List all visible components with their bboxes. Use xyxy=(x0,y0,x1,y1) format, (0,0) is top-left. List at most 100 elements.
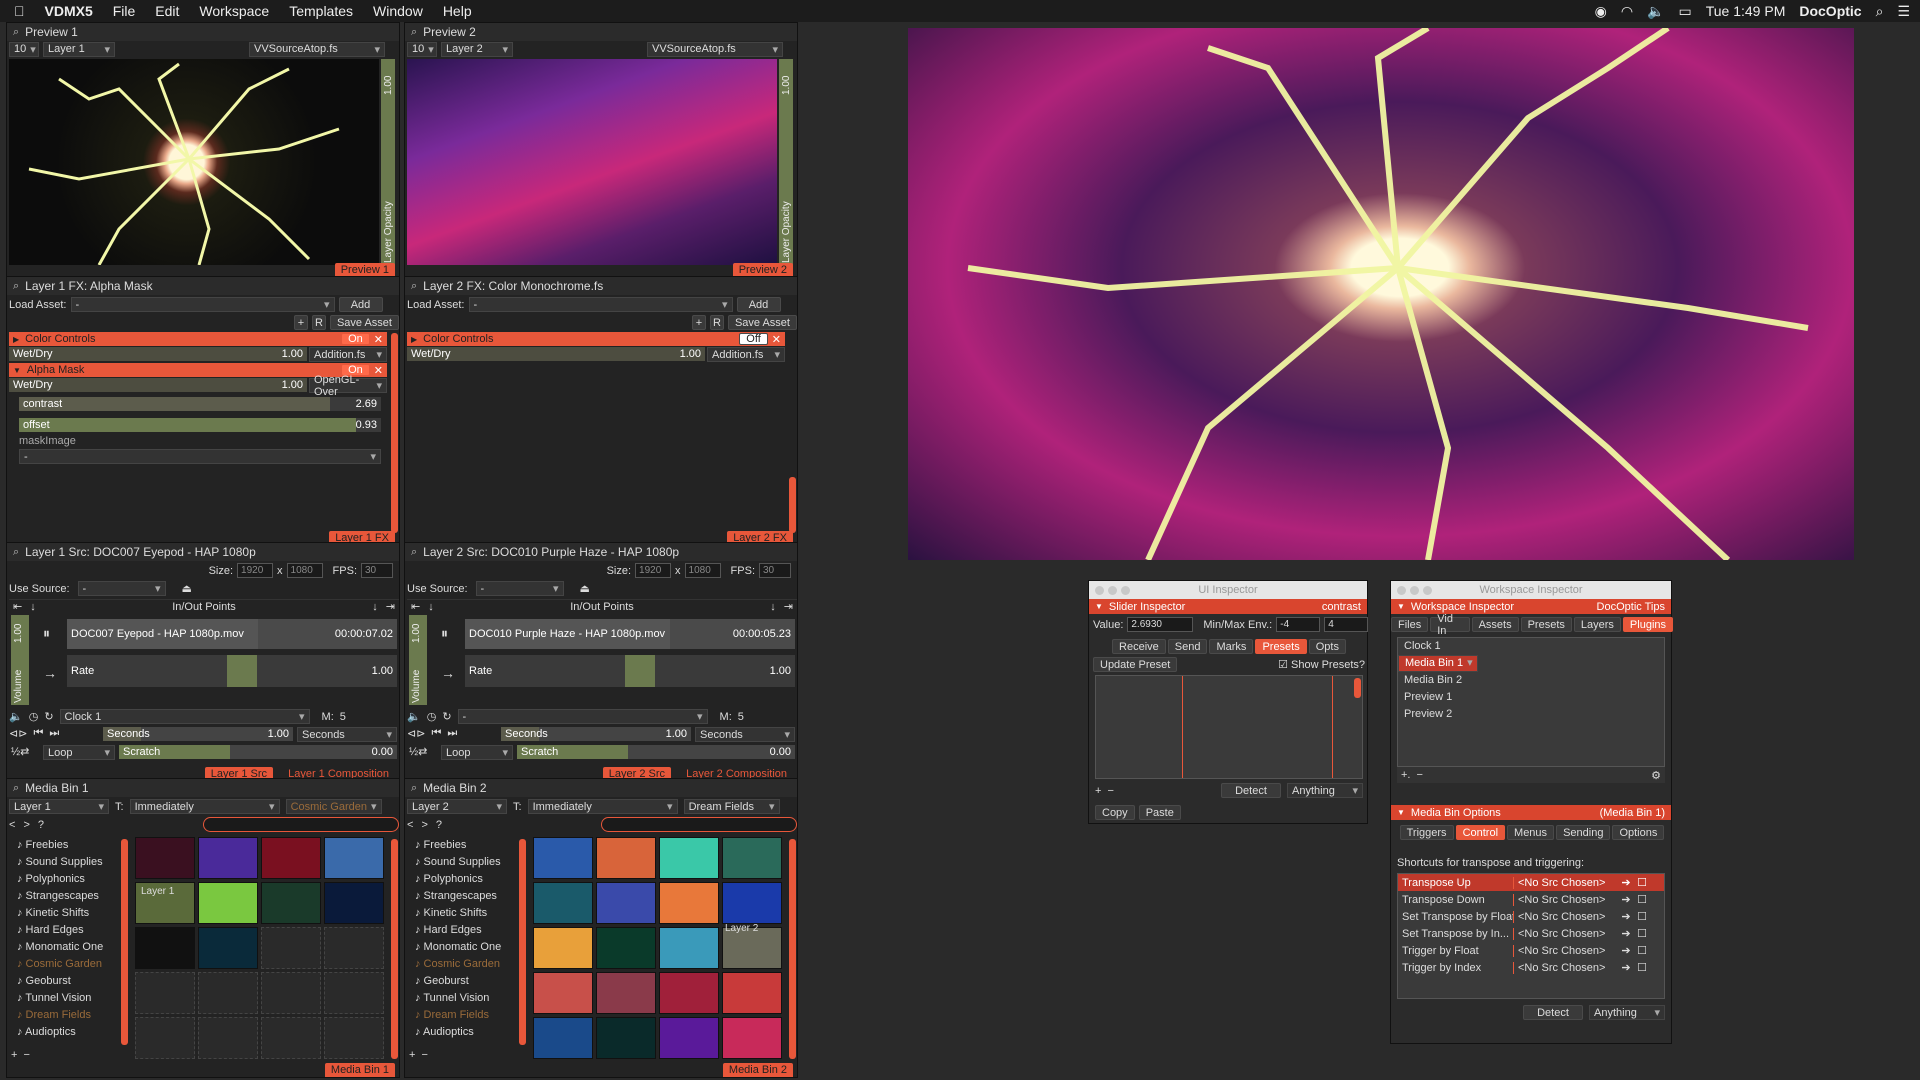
clock-icon[interactable]: ◷ xyxy=(29,710,39,723)
pause-icon[interactable]: ⏸ xyxy=(43,625,50,642)
fx-scrollbar[interactable] xyxy=(789,477,796,533)
page-select[interactable]: Cosmic Garden xyxy=(285,799,382,814)
color-controls-header[interactable]: ▶ Color Controls Off ✕ xyxy=(407,332,785,346)
tab-send[interactable]: Send xyxy=(1167,639,1208,654)
search-icon[interactable]: ⌕ xyxy=(13,546,19,559)
clip-thumbnail[interactable] xyxy=(261,837,321,879)
bin-list-scrollbar[interactable] xyxy=(519,839,526,1045)
skip-forward-icon[interactable]: ⏭ xyxy=(49,727,59,740)
grid-scrollbar[interactable] xyxy=(391,839,398,1059)
preview-number-select[interactable]: 10 xyxy=(407,41,437,57)
bin-page-item[interactable]: ♪ Cosmic Garden xyxy=(409,956,521,973)
loop-icon[interactable]: ↻ xyxy=(442,710,451,723)
tab-marks[interactable]: Marks xyxy=(1209,639,1254,654)
trigger-mode-select[interactable]: Immediately xyxy=(129,799,280,814)
speaker-icon[interactable]: 🔈 xyxy=(407,710,421,723)
spotlight-icon[interactable]: ⌕ xyxy=(1876,3,1884,20)
width-field[interactable]: 1920 xyxy=(237,563,274,578)
shortcut-row[interactable]: Set Transpose by Float <No Src Chosen> ➔ ☐ xyxy=(1398,908,1664,925)
menu-list-icon[interactable]: ☰ xyxy=(1897,3,1910,20)
arrow-right-icon[interactable]: → xyxy=(441,665,455,681)
bin-search-input[interactable] xyxy=(203,817,399,832)
wet-dry-slider[interactable]: Wet/Dry 1.00 xyxy=(9,378,307,392)
clip-thumbnail[interactable] xyxy=(261,1017,321,1059)
search-icon[interactable]: ⌕ xyxy=(13,280,19,293)
page-select[interactable]: Dream Fields xyxy=(683,799,780,814)
minimize-window-icon[interactable] xyxy=(1410,586,1419,595)
bin-page-item[interactable]: ♪ Geoburst xyxy=(11,973,123,990)
clip-thumbnail[interactable] xyxy=(596,972,656,1014)
out-point-icon[interactable]: ⇥ xyxy=(386,600,395,613)
assign-source-icon[interactable]: ➔ xyxy=(1618,961,1634,974)
r-button[interactable]: R xyxy=(709,315,724,330)
search-icon[interactable]: ⌕ xyxy=(411,26,417,39)
prev-icon[interactable]: < xyxy=(407,819,413,831)
clip-thumbnail[interactable] xyxy=(596,837,656,879)
close-window-icon[interactable] xyxy=(1095,586,1104,595)
clip-thumbnail[interactable] xyxy=(596,882,656,924)
record-icon[interactable]: ◉ xyxy=(1595,3,1607,20)
clock-select[interactable]: Clock 1 xyxy=(59,709,310,724)
use-source-select[interactable]: - xyxy=(475,581,564,596)
clock-icon[interactable]: ◷ xyxy=(427,710,437,723)
clip-thumbnail[interactable] xyxy=(596,1017,656,1059)
clip-thumbnail[interactable] xyxy=(324,837,384,879)
add-button[interactable]: Add xyxy=(736,297,781,312)
rate-slider[interactable]: Rate 1.00 xyxy=(67,655,397,687)
clip-thumbnail[interactable] xyxy=(722,882,782,924)
help-icon[interactable]: ? xyxy=(436,819,442,831)
pause-icon[interactable]: ⏸ xyxy=(441,625,448,642)
detect-button[interactable]: Detect xyxy=(1221,783,1281,798)
speaker-icon[interactable]: 🔈 xyxy=(9,710,23,723)
add-button[interactable]: Add xyxy=(338,297,383,312)
down-arrow-icon[interactable]: ↓ xyxy=(372,601,378,613)
down-arrow-icon[interactable]: ↓ xyxy=(770,601,776,613)
loop-icon[interactable]: ↻ xyxy=(44,710,53,723)
clip-thumbnail[interactable] xyxy=(533,1017,593,1059)
bin-page-item[interactable]: ♪ Sound Supplies xyxy=(409,854,521,871)
remove-plugin-icon[interactable]: − xyxy=(1416,769,1422,781)
max-field[interactable]: 4 xyxy=(1324,617,1369,632)
playhead-scrubber[interactable]: DOC010 Purple Haze - HAP 1080p.mov 00:00:… xyxy=(465,619,795,649)
detect-button[interactable]: Detect xyxy=(1523,1005,1583,1020)
bin-page-item[interactable]: ♪ Monomatic One xyxy=(409,939,521,956)
clip-thumbnail[interactable] xyxy=(198,837,258,879)
down-arrow-icon[interactable]: ↓ xyxy=(428,601,434,613)
window-titlebar[interactable]: Workspace Inspector xyxy=(1391,581,1671,599)
preview-number-select[interactable]: 10 xyxy=(9,41,39,57)
seconds-slider[interactable]: Seconds 1.00 xyxy=(501,727,691,741)
bin-page-item[interactable]: ♪ Polyphonics xyxy=(11,871,123,888)
menu-edit[interactable]: Edit xyxy=(155,3,179,19)
bin-search-input[interactable] xyxy=(601,817,797,832)
save-asset-button[interactable]: Save Asset xyxy=(727,315,797,330)
plugin-item[interactable]: Media Bin 1 xyxy=(1398,655,1478,672)
skip-back-icon[interactable]: ⏮ xyxy=(33,727,43,740)
clip-thumbnail[interactable] xyxy=(324,882,384,924)
sync-icon[interactable]: ⊲⊳ xyxy=(9,727,27,740)
tab-vid-in[interactable]: Vid In xyxy=(1430,613,1470,637)
option-tab-sending[interactable]: Sending xyxy=(1556,825,1611,840)
plugin-item[interactable]: Preview 1 xyxy=(1398,689,1664,706)
blend-mode-select[interactable]: OpenGL- Over xyxy=(309,374,387,398)
clip-thumbnail[interactable] xyxy=(135,927,195,969)
clip-thumbnail[interactable] xyxy=(261,972,321,1014)
option-tab-menus[interactable]: Menus xyxy=(1507,825,1555,840)
bin-page-item[interactable]: ♪ Geoburst xyxy=(409,973,521,990)
scratch-slider[interactable]: Scratch 0.00 xyxy=(517,745,795,759)
anything-select[interactable]: Anything xyxy=(1589,1005,1665,1020)
clock-select[interactable]: - xyxy=(457,709,708,724)
assign-source-icon[interactable]: ➔ xyxy=(1618,910,1634,923)
enable-checkbox[interactable]: ☐ xyxy=(1634,910,1650,923)
app-menu[interactable]: VDMX5 xyxy=(45,3,93,19)
remove-page-icon[interactable]: − xyxy=(23,1049,29,1061)
clip-thumbnail[interactable] xyxy=(533,837,593,879)
color-controls-header[interactable]: ▶ Color Controls On ✕ xyxy=(9,332,387,346)
anything-select[interactable]: Anything xyxy=(1287,783,1363,798)
half-speed-icon[interactable]: ½⇄ xyxy=(11,745,29,758)
clip-thumbnail[interactable] xyxy=(722,1017,782,1059)
tab-plugins[interactable]: Plugins xyxy=(1622,617,1673,632)
clip-thumbnail[interactable] xyxy=(198,882,258,924)
tab-layers[interactable]: Layers xyxy=(1573,617,1621,632)
eject-icon[interactable]: ⏏ xyxy=(580,582,590,595)
paste-button[interactable]: Paste xyxy=(1138,805,1181,820)
